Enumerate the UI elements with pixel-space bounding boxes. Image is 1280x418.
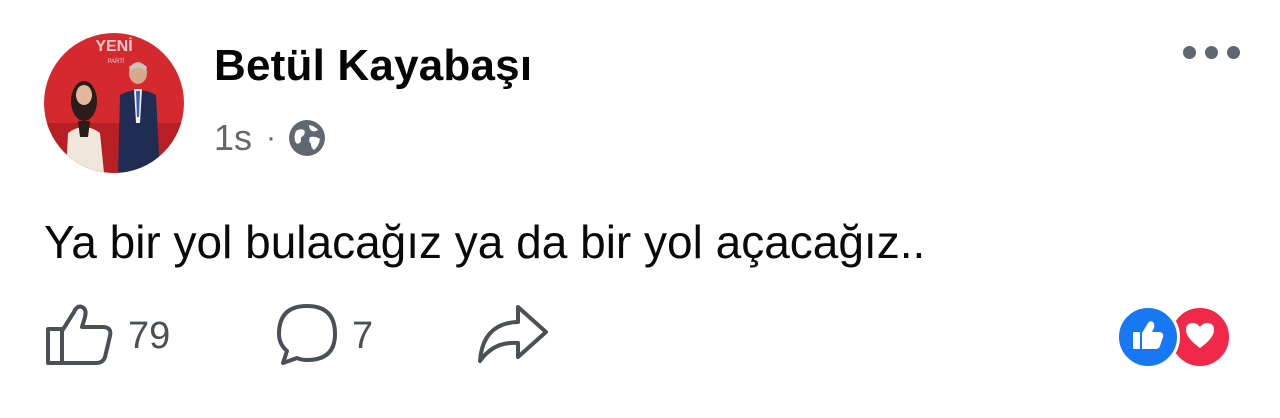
comment-icon	[274, 301, 340, 372]
comment-button[interactable]: 7	[274, 301, 474, 372]
more-dot	[1183, 46, 1196, 59]
post-meta: 1s ·	[214, 116, 326, 160]
post-actions: 79 7	[44, 300, 550, 372]
facebook-post: YENİ PARTİ Betül Kayabaşı 1s · Ya bir yo…	[0, 0, 1280, 418]
post-message: Ya bir yol bulacağız ya da bir yol açaca…	[44, 216, 926, 268]
more-dot	[1205, 46, 1218, 59]
post-timestamp[interactable]: 1s	[214, 117, 252, 159]
more-options-icon[interactable]	[1183, 46, 1240, 59]
like-button[interactable]: 79	[44, 302, 274, 371]
like-reaction	[1116, 305, 1180, 369]
like-count: 79	[128, 314, 171, 357]
heart-icon	[1184, 321, 1216, 354]
avatar-photo: YENİ PARTİ	[44, 33, 184, 173]
avatar-badge-subtext: PARTİ	[107, 58, 124, 65]
comment-count: 7	[352, 314, 374, 357]
share-icon	[474, 303, 550, 370]
author-name[interactable]: Betül Kayabaşı	[214, 38, 532, 94]
avatar-badge-text: YENİ	[95, 37, 132, 55]
share-button[interactable]	[474, 303, 550, 370]
globe-icon	[288, 119, 326, 157]
thumbs-up-icon	[44, 302, 116, 371]
more-dot	[1227, 46, 1240, 59]
reaction-summary[interactable]	[1116, 305, 1232, 369]
author-avatar[interactable]: YENİ PARTİ	[44, 33, 184, 173]
thumbs-up-icon	[1132, 320, 1164, 355]
meta-separator: ·	[266, 121, 277, 154]
